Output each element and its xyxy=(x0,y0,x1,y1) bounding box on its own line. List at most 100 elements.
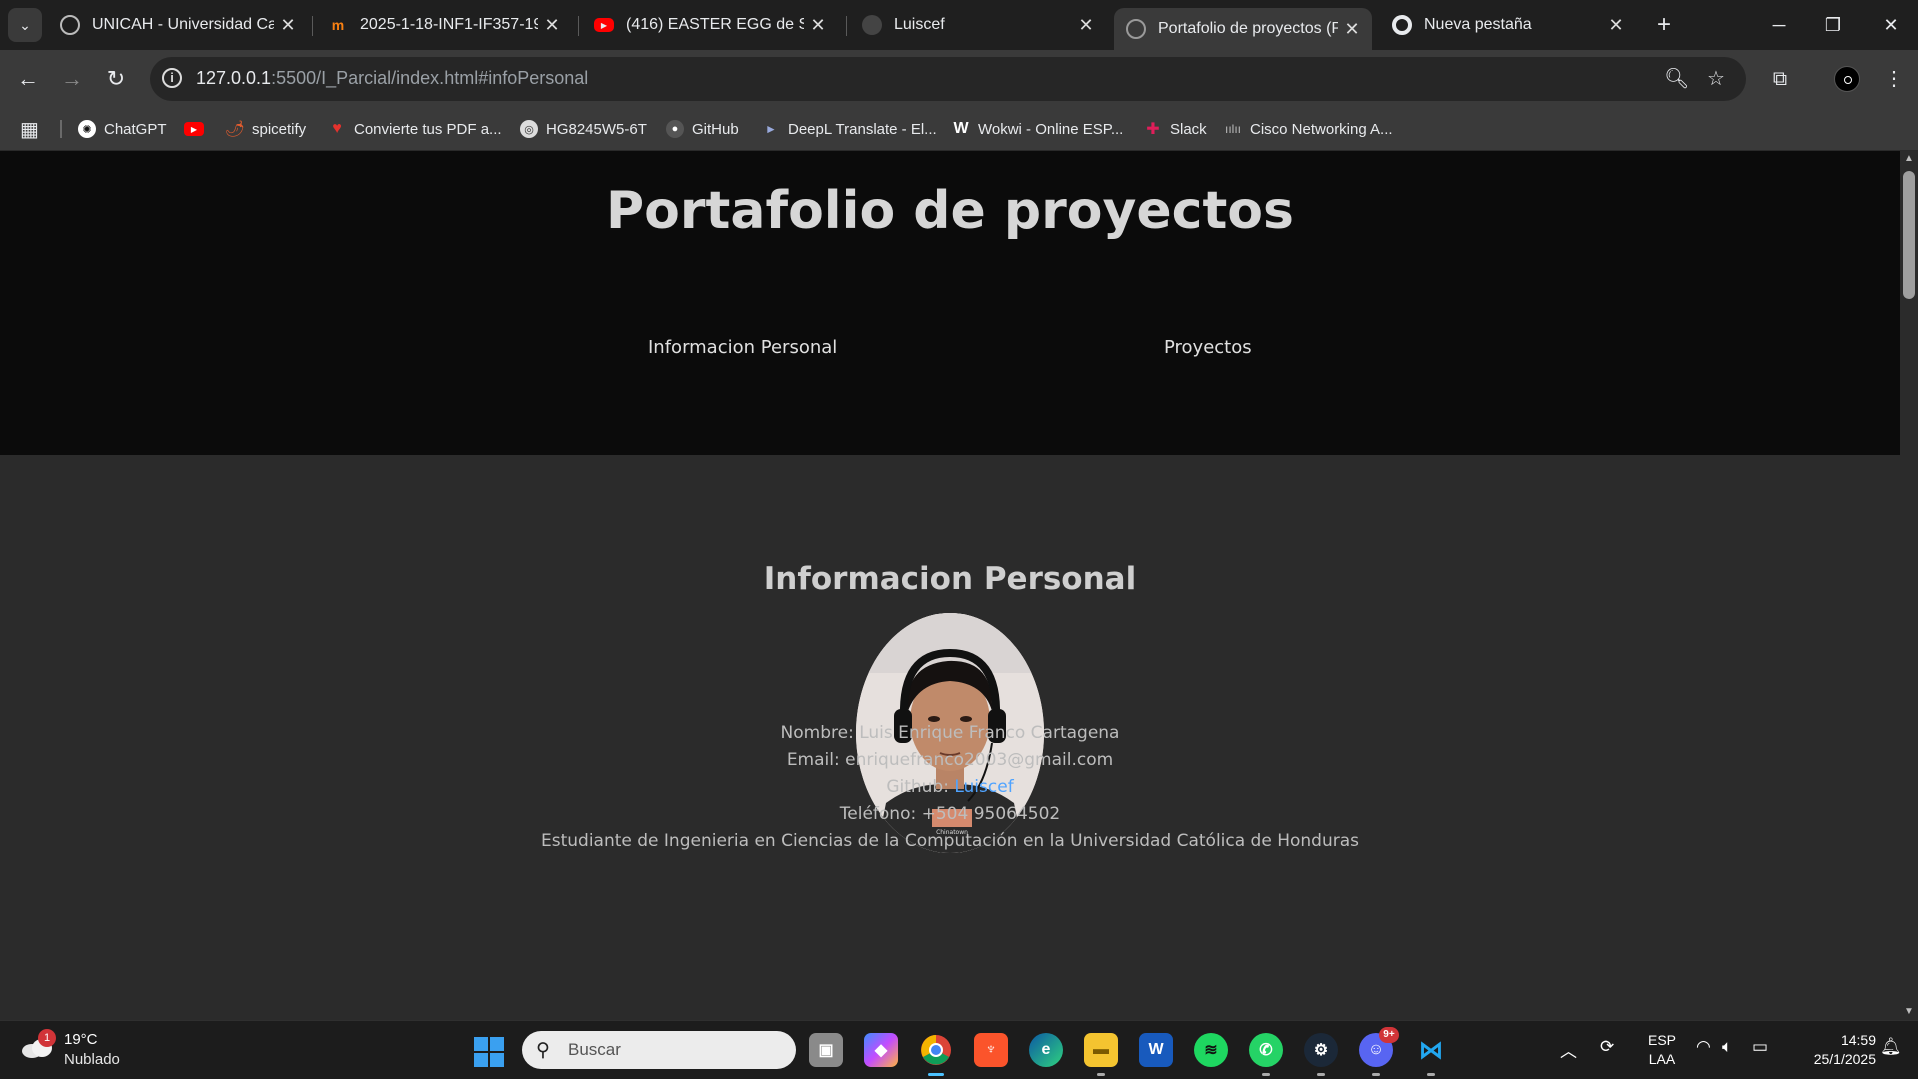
chevron-down-icon: ⌄ xyxy=(19,16,31,33)
bookmark-slack[interactable]: ✚ Slack xyxy=(1144,118,1206,140)
edge-icon[interactable]: e xyxy=(1029,1033,1063,1067)
globe-icon xyxy=(1126,19,1146,39)
scroll-up-arrow[interactable]: ▲ xyxy=(1903,153,1915,165)
github-icon xyxy=(862,15,882,35)
close-icon[interactable]: ✕ xyxy=(274,11,302,39)
github-icon: ● xyxy=(666,120,684,138)
chevron-up-icon[interactable]: ︿ xyxy=(1560,1037,1577,1062)
wokwi-icon: W xyxy=(953,120,969,137)
profile-avatar[interactable] xyxy=(1834,66,1860,92)
close-icon[interactable]: ✕ xyxy=(538,11,566,39)
section-title: Informacion Personal xyxy=(763,561,1137,597)
tab-separator xyxy=(312,16,313,36)
forward-button[interactable]: → xyxy=(56,63,88,95)
bookmark-spicetify[interactable]: 🌶︎ spicetify xyxy=(224,118,306,140)
battery-icon[interactable]: ▭ xyxy=(1752,1037,1768,1057)
spicetify-icon: 🌶︎ xyxy=(224,121,246,138)
bookmark-cisco[interactable]: ıılıı Cisco Networking A... xyxy=(1224,118,1393,140)
tab-unicah[interactable]: UNICAH - Universidad Católica ✕ xyxy=(48,6,308,44)
tab-github[interactable]: Luiscef ✕ xyxy=(850,6,1106,44)
bookmark-separator xyxy=(60,120,62,138)
page-scrollbar[interactable]: ▲ ▼ xyxy=(1900,151,1918,1020)
github-profile-link[interactable]: Luiscef xyxy=(954,777,1013,797)
restore-button[interactable]: ❐ xyxy=(1808,8,1858,42)
vscode-icon[interactable]: ⋈ xyxy=(1414,1033,1448,1076)
weather-description[interactable]: Nublado xyxy=(64,1051,120,1068)
taskbar-search[interactable]: ⚲ Buscar xyxy=(522,1031,796,1069)
search-placeholder: Buscar xyxy=(568,1040,621,1059)
chatgpt-icon: ✺ xyxy=(78,120,96,138)
info-name: Nombre: Luis Enrique Franco Cartagena xyxy=(780,723,1120,743)
back-button[interactable]: ← xyxy=(12,63,44,95)
tab-youtube[interactable]: ▶ (416) EASTER EGG de SHADOW ✕ xyxy=(582,6,838,44)
wifi-icon[interactable]: ◠ xyxy=(1696,1037,1711,1057)
task-view-icon[interactable]: ▣ xyxy=(809,1033,843,1067)
tab-new-tab[interactable]: Nueva pestaña ✕ xyxy=(1380,6,1636,44)
bookmark-chatgpt[interactable]: ✺ ChatGPT xyxy=(78,118,167,140)
brave-icon[interactable]: ♆ xyxy=(974,1033,1008,1067)
nav-link-projects[interactable]: Proyectos xyxy=(1164,337,1252,358)
notification-bell-icon[interactable]: 🔔︎ xyxy=(1880,1037,1902,1057)
scroll-down-arrow[interactable]: ▼ xyxy=(1903,1006,1915,1018)
steam-icon[interactable]: ⚙ xyxy=(1304,1033,1338,1076)
tab-title: (416) EASTER EGG de SHADOW xyxy=(626,16,804,33)
windows-taskbar: 1 19°C Nublado ⚲ Buscar ▣ ◆ ♆ e ▬ W ≋ ✆ … xyxy=(0,1020,1918,1079)
bookmark-deepl[interactable]: ► DeepL Translate - El... xyxy=(762,118,937,140)
bookmarks-bar: ▦ ✺ ChatGPT ▶ 🌶︎ spicetify ♥ Convierte t… xyxy=(0,108,1918,151)
bookmark-router[interactable]: ◎ HG8245W5-6T xyxy=(520,118,647,140)
reload-button[interactable]: ↻ xyxy=(100,63,132,95)
close-icon[interactable]: ✕ xyxy=(1602,11,1630,39)
youtube-icon: ▶ xyxy=(184,122,204,136)
sync-icon[interactable]: ⟳ xyxy=(1600,1037,1614,1057)
youtube-icon: ▶ xyxy=(594,18,614,32)
page-title: Portafolio de proyectos xyxy=(606,181,1294,241)
menu-icon[interactable]: ⋮ xyxy=(1878,63,1910,95)
bookmark-wokwi[interactable]: W Wokwi - Online ESP... xyxy=(952,118,1123,140)
zoom-icon[interactable]: 🔍︎ xyxy=(1664,67,1689,91)
apps-grid-icon[interactable]: ▦ xyxy=(20,118,39,141)
info-phone: Teléfono: +504 95064502 xyxy=(839,804,1061,824)
chrome-icon[interactable] xyxy=(919,1033,953,1076)
page-header: Portafolio de proyectos Informacion Pers… xyxy=(0,151,1900,455)
tab-strip: ⌄ UNICAH - Universidad Católica ✕ m 2025… xyxy=(0,0,1918,50)
clock[interactable]: 14:59 25/1/2025 xyxy=(1790,1031,1876,1069)
extensions-icon[interactable]: ⧉ xyxy=(1764,63,1796,95)
bookmark-youtube[interactable]: ▶ xyxy=(184,118,212,140)
discord-icon[interactable]: ☺ 9+ xyxy=(1359,1027,1399,1076)
start-button[interactable] xyxy=(474,1037,504,1067)
tab-portafolio[interactable]: Portafolio de proyectos (Portafolio) ✕ xyxy=(1114,8,1372,50)
weather-temperature[interactable]: 19°C xyxy=(64,1031,98,1048)
tab-title: 2025-1-18-INF1-IF357-1900 xyxy=(360,16,538,33)
close-icon[interactable]: ✕ xyxy=(804,11,832,39)
site-info-icon[interactable]: i xyxy=(162,68,182,88)
close-icon[interactable]: ✕ xyxy=(1072,11,1100,39)
tab-search-button[interactable]: ⌄ xyxy=(8,8,42,42)
info-study: Estudiante de Ingenieria en Ciencias de … xyxy=(540,831,1360,851)
tab-moodle[interactable]: m 2025-1-18-INF1-IF357-1900 ✕ xyxy=(316,6,572,44)
copilot-icon[interactable]: ◆ xyxy=(864,1033,898,1067)
tab-separator xyxy=(578,16,579,36)
url-text[interactable]: 127.0.0.1:5500/I_Parcial/index.html#info… xyxy=(196,68,588,89)
close-icon[interactable]: ✕ xyxy=(1338,15,1366,43)
tab-title: UNICAH - Universidad Católica xyxy=(92,16,274,33)
language-indicator[interactable]: ESP LAA xyxy=(1648,1031,1676,1069)
bookmark-ilovepdf[interactable]: ♥ Convierte tus PDF a... xyxy=(328,118,501,140)
bookmark-github[interactable]: ● GitHub xyxy=(666,118,739,140)
moodle-icon: m xyxy=(331,17,345,33)
chrome-icon xyxy=(1392,15,1412,35)
bookmark-star-icon[interactable]: ☆ xyxy=(1704,67,1728,91)
volume-icon[interactable]: 🔈︎ xyxy=(1722,1037,1732,1057)
whatsapp-icon[interactable]: ✆ xyxy=(1249,1033,1283,1076)
nav-link-personal-info[interactable]: Informacion Personal xyxy=(648,337,837,358)
tab-title: Luiscef xyxy=(894,16,945,33)
minimize-button[interactable]: ─ xyxy=(1754,8,1804,42)
browser-toolbar: ← → ↻ i 127.0.0.1:5500/I_Parcial/index.h… xyxy=(0,50,1918,108)
address-bar[interactable]: i 127.0.0.1:5500/I_Parcial/index.html#in… xyxy=(150,57,1746,101)
word-icon[interactable]: W xyxy=(1139,1033,1173,1067)
scroll-thumb[interactable] xyxy=(1903,171,1915,299)
window-close-button[interactable]: ✕ xyxy=(1866,8,1916,42)
spotify-icon[interactable]: ≋ xyxy=(1194,1033,1228,1067)
file-explorer-icon[interactable]: ▬ xyxy=(1084,1033,1118,1076)
weather-alert-badge: 1 xyxy=(38,1029,56,1047)
new-tab-button[interactable]: + xyxy=(1648,10,1680,40)
